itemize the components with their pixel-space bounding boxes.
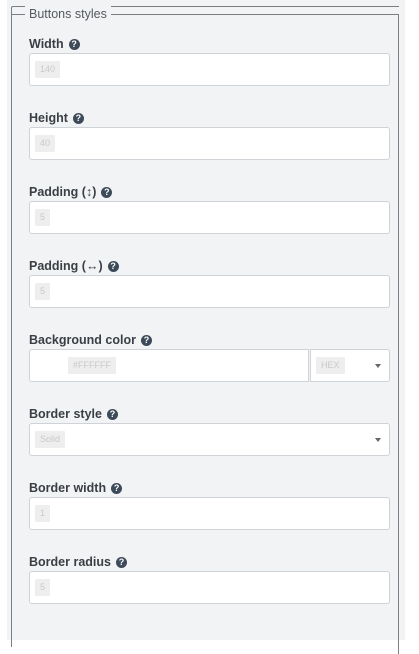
height-value: 40 — [35, 135, 56, 152]
width-label-row: Width ? — [29, 36, 80, 52]
border-style-select[interactable]: Solid — [29, 423, 390, 456]
border-width-value: 1 — [35, 505, 51, 522]
color-swatch[interactable] — [29, 349, 64, 382]
width-input[interactable]: 140 — [29, 53, 390, 86]
help-icon[interactable]: ? — [107, 260, 119, 272]
help-icon[interactable]: ? — [140, 334, 152, 346]
border-style-label-row: Border style ? — [29, 406, 118, 422]
border-radius-label: Border radius — [29, 555, 111, 569]
border-style-label: Border style — [29, 407, 102, 421]
background-color-label-row: Background color ? — [29, 332, 152, 348]
help-icon[interactable]: ? — [68, 38, 80, 50]
padding-vertical-label-row: Padding (↕) ? — [29, 184, 113, 200]
chevron-down-icon — [375, 364, 381, 368]
chevron-down-icon — [375, 438, 381, 442]
background-color-value: #FFFFFF — [68, 357, 116, 374]
padding-vertical-label: Padding (↕) — [29, 185, 97, 199]
height-label: Height — [29, 111, 68, 125]
height-label-row: Height ? — [29, 110, 84, 126]
color-format-value: HEX — [316, 357, 345, 374]
help-icon[interactable]: ? — [111, 482, 123, 494]
padding-vertical-input[interactable]: 5 — [29, 201, 390, 234]
background-color-label: Background color — [29, 333, 136, 347]
border-width-label: Border width — [29, 481, 107, 495]
border-radius-label-row: Border radius ? — [29, 554, 127, 570]
help-icon[interactable]: ? — [106, 408, 118, 420]
border-radius-value: 5 — [35, 579, 51, 596]
help-icon[interactable]: ? — [101, 186, 113, 198]
border-style-value: Solid — [35, 431, 66, 448]
border-width-input[interactable]: 1 — [29, 497, 390, 530]
width-label: Width — [29, 37, 64, 51]
height-input[interactable]: 40 — [29, 127, 390, 160]
padding-horizontal-input[interactable]: 5 — [29, 275, 390, 308]
background-color-input[interactable]: #FFFFFF — [63, 349, 309, 382]
padding-horizontal-value: 5 — [35, 283, 51, 300]
width-value: 140 — [35, 61, 61, 78]
buttons-styles-fieldset — [11, 6, 399, 647]
border-width-label-row: Border width ? — [29, 480, 123, 496]
fieldset-legend: Buttons styles — [25, 6, 111, 22]
color-format-select[interactable]: HEX — [310, 349, 390, 382]
fieldset-border-right — [398, 14, 399, 654]
help-icon[interactable]: ? — [115, 556, 127, 568]
padding-horizontal-label-row: Padding (↔) ? — [29, 258, 119, 274]
padding-horizontal-label: Padding (↔) — [29, 259, 103, 273]
border-radius-input[interactable]: 5 — [29, 571, 390, 604]
help-icon[interactable]: ? — [72, 112, 84, 124]
padding-vertical-value: 5 — [35, 209, 51, 226]
